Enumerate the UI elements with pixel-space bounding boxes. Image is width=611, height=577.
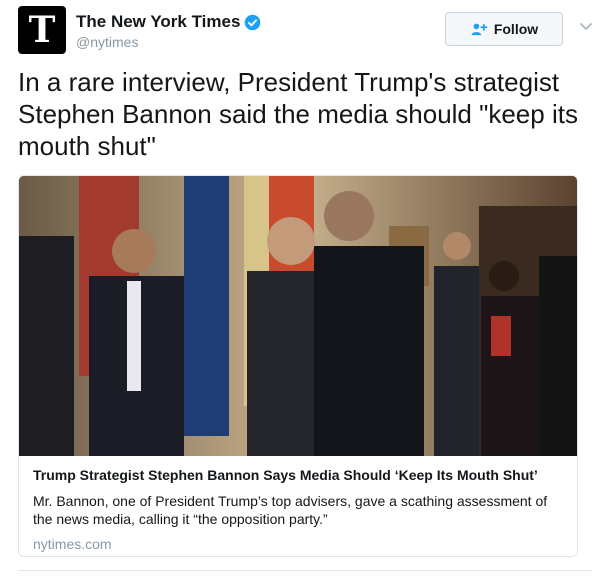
card-title[interactable]: Trump Strategist Stephen Bannon Says Med… xyxy=(33,466,563,484)
account-name-block: The New York Times @nytimes xyxy=(76,12,261,50)
link-card[interactable]: Trump Strategist Stephen Bannon Says Med… xyxy=(18,175,578,557)
tweet-header: T The New York Times @nytimes Follow xyxy=(18,6,593,56)
verified-badge-icon xyxy=(245,14,261,30)
chevron-down-icon[interactable] xyxy=(579,22,593,32)
account-avatar[interactable]: T xyxy=(18,6,66,54)
card-domain[interactable]: nytimes.com xyxy=(33,536,563,552)
divider xyxy=(18,570,593,571)
tweet-text: In a rare interview, President Trump's s… xyxy=(18,67,578,161)
display-name[interactable]: The New York Times xyxy=(76,12,240,32)
add-person-icon xyxy=(471,23,488,36)
card-description: Mr. Bannon, one of President Trump’s top… xyxy=(33,493,548,527)
follow-label: Follow xyxy=(493,21,539,37)
card-image[interactable] xyxy=(19,176,577,456)
card-body: Trump Strategist Stephen Bannon Says Med… xyxy=(33,466,563,552)
follow-button[interactable]: Follow xyxy=(445,12,563,46)
nyt-logo-glyph: T xyxy=(28,9,56,51)
account-handle[interactable]: @nytimes xyxy=(76,34,261,50)
